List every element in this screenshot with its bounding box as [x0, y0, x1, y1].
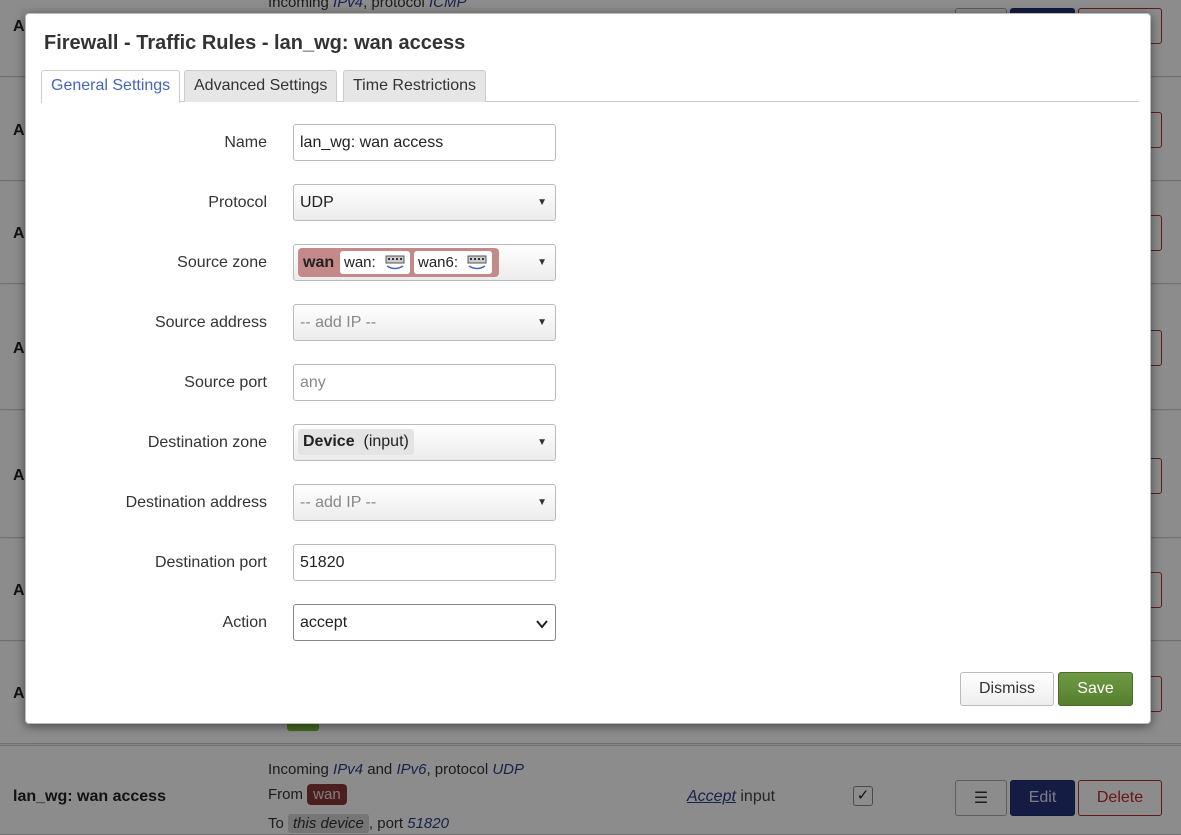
modal-title: Firewall - Traffic Rules - lan_wg: wan a… — [44, 32, 466, 54]
action-select[interactable]: accept — [293, 604, 556, 641]
caret-down-icon: ▼ — [537, 197, 547, 208]
caret-down-icon: ▼ — [537, 257, 547, 268]
destination-address-select[interactable]: -- add IP -- ▼ — [293, 484, 556, 521]
name-label: Name — [224, 134, 267, 151]
destination-port-input[interactable]: 51820 — [293, 544, 556, 581]
action-value: accept — [300, 614, 348, 631]
zone-tag-device: Device (input) — [298, 429, 414, 455]
tab-general-settings[interactable]: General Settings — [41, 70, 181, 103]
tab-bar: General Settings Advanced Settings Time … — [41, 70, 1139, 103]
source-port-placeholder: any — [300, 374, 326, 391]
destination-zone-select[interactable]: Device (input) ▼ — [293, 424, 556, 461]
interface-badge-wan6: wan6: — [414, 251, 493, 274]
network-icon — [467, 255, 487, 270]
zone-name: wan — [303, 254, 335, 271]
source-zone-select[interactable]: wan wan: wan6: ▼ — [293, 244, 556, 281]
chevron-down-icon — [535, 605, 549, 640]
dismiss-button[interactable]: Dismiss — [960, 672, 1054, 706]
destination-zone-label: Destination zone — [147, 434, 267, 451]
save-button[interactable]: Save — [1058, 672, 1133, 706]
tab-time-restrictions[interactable]: Time Restrictions — [343, 70, 486, 102]
destination-port-label: Destination port — [154, 554, 267, 571]
source-port-input[interactable]: any — [293, 364, 556, 401]
source-port-label: Source port — [184, 374, 267, 391]
rule-edit-modal: Firewall - Traffic Rules - lan_wg: wan a… — [25, 13, 1151, 724]
destination-address-placeholder: -- add IP -- — [300, 494, 377, 511]
zone-tag-wan: wan wan: wan6: — [298, 248, 499, 277]
caret-down-icon: ▼ — [537, 317, 547, 328]
tab-advanced-settings[interactable]: Advanced Settings — [184, 70, 338, 102]
action-label: Action — [222, 614, 267, 631]
destination-address-label: Destination address — [125, 494, 267, 511]
source-address-placeholder: -- add IP -- — [300, 314, 377, 331]
interface-badge-wan: wan: — [340, 251, 410, 274]
name-input[interactable]: lan_wg: wan access — [293, 124, 556, 161]
protocol-value: UDP — [300, 194, 334, 211]
network-icon — [385, 255, 405, 270]
caret-down-icon: ▼ — [537, 497, 547, 508]
protocol-select[interactable]: UDP ▼ — [293, 184, 556, 221]
protocol-label: Protocol — [208, 194, 267, 211]
source-zone-label: Source zone — [177, 254, 267, 271]
caret-down-icon: ▼ — [537, 437, 547, 448]
source-address-label: Source address — [154, 314, 267, 331]
source-address-select[interactable]: -- add IP -- ▼ — [293, 304, 556, 341]
